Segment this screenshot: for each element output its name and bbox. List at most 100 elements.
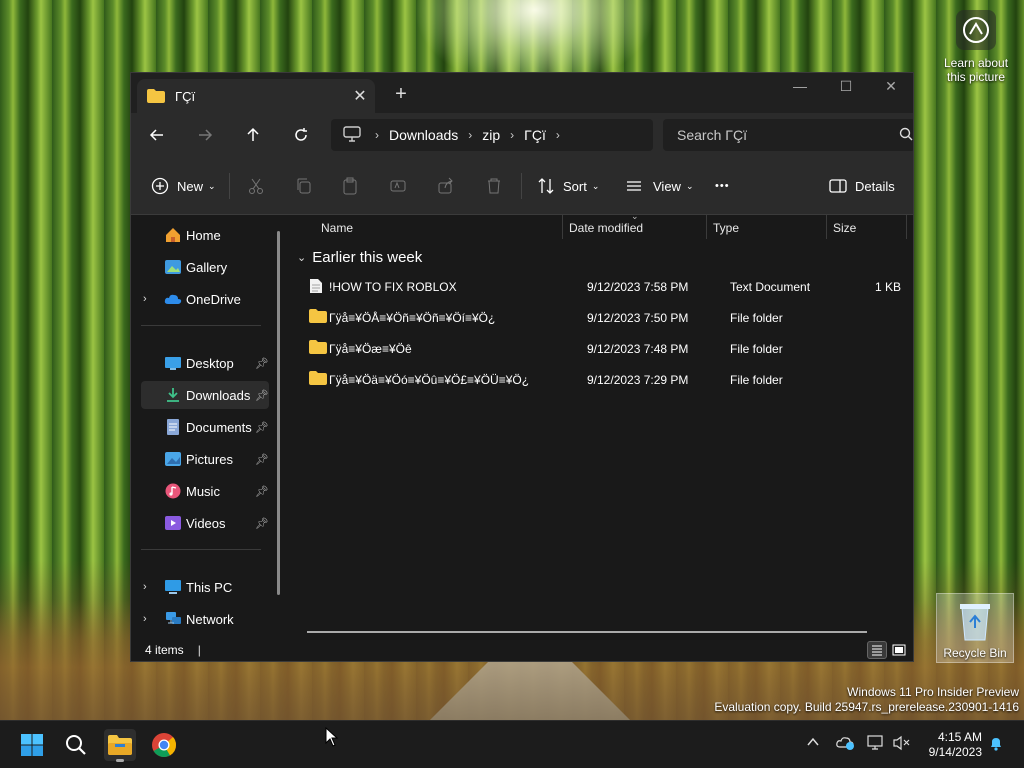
column-divider[interactable]: [826, 215, 827, 239]
column-header-type[interactable]: Type: [713, 215, 739, 241]
sidebar-label: Downloads: [186, 387, 251, 403]
pin-icon[interactable]: 📌︎: [255, 421, 269, 434]
column-divider[interactable]: [562, 215, 563, 239]
sidebar-item-this-pc[interactable]: › This PC: [141, 573, 269, 601]
new-button[interactable]: New ⌄: [151, 171, 216, 201]
view-button[interactable]: View ⌄: [625, 171, 694, 201]
notifications-button[interactable]: [988, 735, 1004, 754]
sidebar-item-home[interactable]: Home: [141, 221, 269, 249]
address-bar[interactable]: › Downloads › zip › ΓÇï ›: [331, 119, 653, 151]
chevron-right-icon[interactable]: ›: [143, 293, 147, 305]
chevron-right-icon[interactable]: ›: [143, 613, 147, 625]
chevron-right-icon[interactable]: ›: [143, 581, 147, 593]
recycle-bin[interactable]: Recycle Bin: [936, 593, 1014, 663]
new-tab-button[interactable]: +: [387, 81, 415, 109]
details-view-toggle[interactable]: [867, 641, 887, 659]
chevron-down-icon: ⌄: [685, 180, 694, 191]
status-separator: |: [197, 643, 201, 657]
volume-tray[interactable]: [892, 735, 912, 754]
tab-close-button[interactable]: ✕: [345, 86, 375, 106]
table-row[interactable]: Γÿå≡¥ÖÅ≡¥Öñ≡¥Öñ≡¥Öí≡¥Ö¿ 9/12/2023 7:50 P…: [301, 304, 907, 332]
forward-button[interactable]: [191, 121, 219, 149]
group-header[interactable]: ⌄ Earlier this week: [297, 249, 422, 266]
plus-circle-icon: [151, 177, 169, 195]
chevron-right-icon[interactable]: ›: [556, 128, 560, 142]
search-button[interactable]: [60, 729, 92, 761]
title-bar[interactable]: ΓÇï ✕ + — ☐ ✕: [131, 73, 913, 113]
tab-current-folder[interactable]: ΓÇï ✕: [137, 79, 375, 113]
network-tray[interactable]: [866, 735, 886, 754]
list-view-icon: [627, 181, 641, 191]
column-header-name[interactable]: Name: [321, 215, 353, 241]
sidebar-scrollbar[interactable]: [277, 231, 280, 595]
toolbar-divider: [229, 173, 230, 199]
trash-icon: [488, 178, 500, 194]
sidebar-item-videos[interactable]: Videos 📌︎: [141, 509, 269, 537]
recycle-bin-label: Recycle Bin: [943, 646, 1007, 660]
sidebar-label: Music: [186, 483, 220, 499]
sidebar-item-network[interactable]: › Network: [141, 605, 269, 633]
running-indicator: [116, 759, 124, 762]
table-row[interactable]: !HOW TO FIX ROBLOX 9/12/2023 7:58 PM Tex…: [301, 273, 907, 301]
group-label: Earlier this week: [312, 249, 423, 266]
see-more-button[interactable]: •••: [715, 171, 730, 201]
taskbar-file-explorer[interactable]: [104, 729, 136, 762]
pin-icon[interactable]: 📌︎: [255, 357, 269, 370]
share-button[interactable]: [437, 171, 455, 201]
file-date: 9/12/2023 7:29 PM: [587, 373, 689, 387]
navigation-bar: › Downloads › zip › ΓÇï › Search ΓÇï: [131, 113, 913, 157]
learn-about-picture[interactable]: Learn about this picture: [938, 10, 1014, 84]
sidebar-label: Home: [186, 227, 221, 243]
minimize-button[interactable]: —: [777, 73, 823, 101]
sidebar-item-pictures[interactable]: Pictures 📌︎: [141, 445, 269, 473]
pin-icon[interactable]: 📌︎: [255, 517, 269, 530]
refresh-button[interactable]: [287, 121, 315, 149]
sidebar-label: Network: [186, 611, 234, 627]
sidebar-item-music[interactable]: Music 📌︎: [141, 477, 269, 505]
up-button[interactable]: [239, 121, 267, 149]
pin-icon[interactable]: 📌︎: [255, 389, 269, 402]
tiles-view-toggle[interactable]: [889, 641, 909, 659]
sidebar-item-onedrive[interactable]: › OneDrive: [141, 285, 269, 313]
taskbar-chrome[interactable]: [148, 729, 180, 761]
camera-lens-icon: [956, 10, 996, 50]
horizontal-scrollbar[interactable]: [307, 631, 867, 633]
breadcrumb-downloads[interactable]: Downloads: [389, 127, 458, 143]
start-button[interactable]: [16, 729, 48, 761]
show-hidden-icons-button[interactable]: [806, 735, 820, 752]
mouse-cursor-icon: [325, 727, 339, 747]
rename-button[interactable]: [389, 171, 407, 201]
sidebar-label: Gallery: [186, 259, 228, 275]
file-type: File folder: [730, 311, 783, 325]
view-label: View: [653, 178, 681, 194]
sidebar-item-gallery[interactable]: Gallery: [141, 253, 269, 281]
sidebar-item-desktop[interactable]: Desktop 📌︎: [141, 349, 269, 377]
breadcrumb-zip[interactable]: zip: [482, 127, 500, 143]
search-box[interactable]: Search ΓÇï: [663, 119, 913, 151]
system-clock[interactable]: 4:15 AM 9/14/2023: [920, 730, 982, 760]
close-button[interactable]: ✕: [868, 73, 913, 101]
column-header-size[interactable]: Size: [833, 215, 856, 241]
onedrive-tray[interactable]: [836, 735, 856, 754]
sidebar-label: Pictures: [186, 451, 233, 467]
network-monitor-icon: [867, 735, 883, 750]
sort-button[interactable]: Sort ⌄: [537, 171, 599, 201]
column-divider[interactable]: [706, 215, 707, 239]
cut-button[interactable]: [247, 171, 265, 201]
details-button[interactable]: Details: [829, 171, 895, 201]
search-input[interactable]: Search ΓÇï: [677, 127, 747, 143]
breadcrumb-current[interactable]: ΓÇï: [524, 127, 546, 143]
table-row[interactable]: Γÿå≡¥Öä≡¥Öó≡¥Öû≡¥Ö£≡¥ÖÜ≡¥Ö¿ 9/12/2023 7:…: [301, 366, 907, 394]
table-row[interactable]: Γÿå≡¥Öæ≡¥Öê 9/12/2023 7:48 PM File folde…: [301, 335, 907, 363]
sidebar-item-documents[interactable]: Documents 📌︎: [141, 413, 269, 441]
file-size: 1 KB: [875, 280, 902, 294]
pin-icon[interactable]: 📌︎: [255, 453, 269, 466]
pin-icon[interactable]: 📌︎: [255, 485, 269, 498]
copy-button[interactable]: [295, 171, 313, 201]
column-divider[interactable]: [906, 215, 907, 239]
paste-button[interactable]: [341, 171, 359, 201]
delete-button[interactable]: [485, 171, 503, 201]
back-button[interactable]: [143, 121, 171, 149]
maximize-button[interactable]: ☐: [823, 73, 869, 101]
sidebar-item-downloads[interactable]: Downloads 📌︎: [141, 381, 269, 409]
